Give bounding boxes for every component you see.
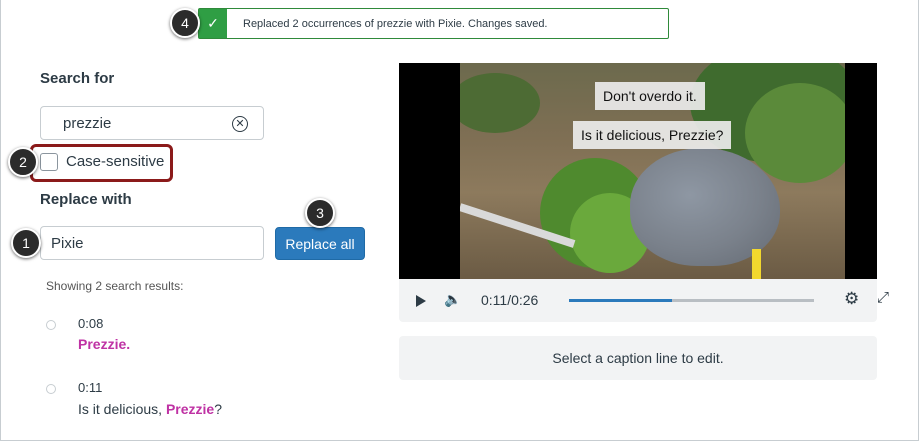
caption-line-2: Is it delicious, Prezzie? [573, 121, 732, 149]
play-icon[interactable] [416, 295, 426, 307]
progress-bar[interactable] [569, 299, 814, 302]
match-highlight: Prezzie [78, 336, 127, 352]
result-radio-1[interactable] [46, 320, 56, 330]
progress-fill [569, 299, 672, 302]
video-player[interactable]: Don't overdo it. Is it delicious, Prezzi… [399, 63, 877, 279]
check-icon: ✓ [199, 9, 227, 38]
result-text-1[interactable]: Prezzie. [78, 336, 130, 352]
result-text-2[interactable]: Is it delicious, Prezzie? [78, 401, 222, 417]
video-frame: Don't overdo it. Is it delicious, Prezzi… [460, 63, 845, 279]
replace-input[interactable] [40, 226, 264, 260]
replace-label: Replace with [40, 191, 132, 208]
case-sensitive-label: Case-sensitive [66, 153, 165, 170]
time-readout: 0:11/0:26 [481, 292, 539, 308]
toast-message: Replaced 2 occurrences of prezzie with P… [243, 17, 548, 30]
match-highlight: Prezzie [165, 401, 215, 417]
caption-line-1: Don't overdo it. [595, 82, 705, 110]
callout-3: 3 [305, 198, 335, 228]
callout-1: 1 [11, 228, 41, 258]
clear-circle-icon[interactable]: ✕ [232, 116, 248, 132]
caption-edit-panel: Select a caption line to edit. [399, 336, 877, 380]
search-input[interactable] [40, 106, 264, 140]
search-label: Search for [40, 70, 115, 87]
results-summary: Showing 2 search results: [46, 279, 184, 293]
case-sensitive-checkbox[interactable] [40, 153, 58, 171]
success-toast: ✓ Replaced 2 occurrences of prezzie with… [198, 8, 669, 39]
result-radio-2[interactable] [46, 384, 56, 394]
result-time-1: 0:08 [78, 316, 104, 331]
volume-icon[interactable]: 🔈 [444, 291, 461, 308]
replace-all-button[interactable]: Replace all [275, 227, 365, 260]
callout-4: 4 [170, 8, 200, 38]
video-controls: 🔈 0:11/0:26 ⚙ ⤢ [399, 279, 889, 322]
result-time-2: 0:11 [78, 380, 103, 395]
callout-2: 2 [8, 147, 38, 177]
fullscreen-icon[interactable]: ⤢ [877, 289, 889, 306]
gear-icon[interactable]: ⚙ [844, 289, 859, 309]
